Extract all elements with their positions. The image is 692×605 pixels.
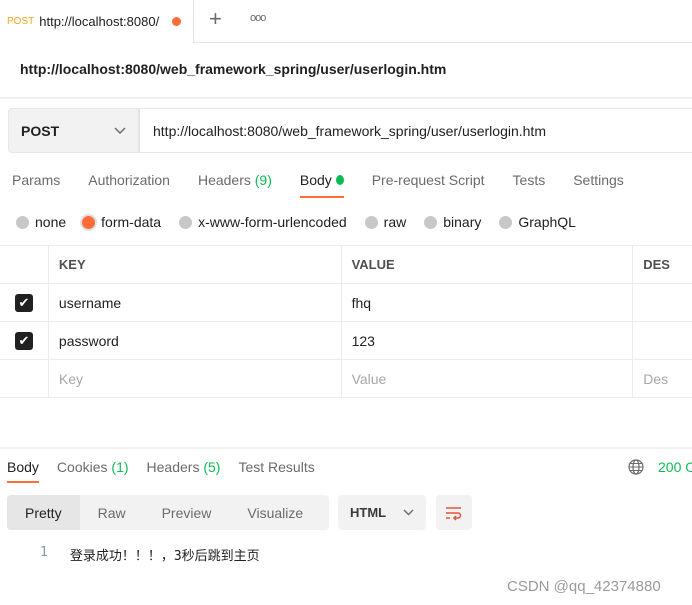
tab-headers[interactable]: Headers (9) bbox=[198, 172, 272, 198]
tab-settings[interactable]: Settings bbox=[573, 172, 624, 198]
description-input[interactable]: Des bbox=[632, 359, 692, 398]
tab-tests[interactable]: Tests bbox=[513, 172, 546, 198]
tab-body-label: Body bbox=[299, 172, 332, 188]
format-label: HTML bbox=[350, 505, 387, 520]
description-cell[interactable] bbox=[632, 321, 692, 360]
table-row-new: Key Value Des bbox=[0, 359, 692, 398]
view-pretty[interactable]: Pretty bbox=[7, 495, 80, 530]
tab-headers-label: Headers bbox=[197, 172, 251, 188]
headers-count: (5) bbox=[203, 459, 221, 475]
globe-icon[interactable] bbox=[628, 459, 644, 475]
radio-icon bbox=[16, 215, 29, 229]
chevron-down-icon bbox=[403, 509, 414, 516]
watermark: CSDN @qq_42374880 bbox=[507, 578, 661, 595]
wrap-lines-icon bbox=[446, 506, 462, 521]
response-tab-cookies[interactable]: Cookies (1) bbox=[57, 459, 129, 483]
method-label: POST bbox=[21, 122, 60, 139]
body-type-radios: none form-data x-www-form-urlencoded raw… bbox=[16, 214, 594, 230]
tab-params[interactable]: Params bbox=[12, 172, 60, 198]
response-body: 1 登录成功！！！，3秒后跳到主页 bbox=[40, 545, 260, 564]
tab-body[interactable]: Body bbox=[299, 172, 344, 198]
table-header: KEY VALUE DES bbox=[0, 245, 692, 284]
key-cell[interactable]: password bbox=[47, 321, 342, 360]
radio-selected-icon bbox=[82, 215, 96, 229]
line-text: 登录成功！！！，3秒后跳到主页 bbox=[69, 549, 260, 564]
response-tab-tests[interactable]: Test Results bbox=[238, 459, 314, 483]
radio-icon bbox=[364, 215, 378, 229]
radio-icon bbox=[499, 215, 513, 229]
response-tab-body[interactable]: Body bbox=[7, 459, 39, 483]
value-cell[interactable]: fhq bbox=[340, 283, 634, 322]
request-title: http://localhost:8080/web_framework_spri… bbox=[20, 61, 447, 77]
divider[interactable] bbox=[0, 447, 692, 449]
tab-method: POST bbox=[7, 16, 35, 27]
header-key: KEY bbox=[47, 245, 342, 284]
radio-icon bbox=[424, 215, 438, 229]
view-visualize[interactable]: Visualize bbox=[229, 495, 321, 530]
form-data-table: KEY VALUE DES ✔ username fhq ✔ password … bbox=[0, 245, 692, 398]
description-cell[interactable] bbox=[632, 283, 692, 322]
row-checkbox[interactable]: ✔ bbox=[14, 293, 33, 312]
response-tab-headers[interactable]: Headers (5) bbox=[147, 459, 221, 483]
cookies-count: (1) bbox=[111, 459, 129, 475]
view-preview[interactable]: Preview bbox=[144, 495, 230, 530]
status-code: 200 O bbox=[658, 459, 692, 475]
table-row: ✔ username fhq bbox=[0, 283, 692, 322]
radio-label: x-www-form-urlencoded bbox=[198, 214, 347, 230]
tab-prerequest[interactable]: Pre-request Script bbox=[372, 172, 485, 198]
response-tabs: Body Cookies (1) Headers (5) Test Result… bbox=[7, 459, 333, 483]
header-description: DES bbox=[632, 245, 692, 284]
tab-authorization[interactable]: Authorization bbox=[88, 172, 170, 198]
wrap-lines-button[interactable] bbox=[436, 495, 472, 530]
table-row: ✔ password 123 bbox=[0, 321, 692, 360]
line-number: 1 bbox=[40, 545, 48, 560]
radio-graphql[interactable]: GraphQL bbox=[499, 214, 576, 230]
view-mode-toggle: Pretty Raw Preview Visualize bbox=[7, 495, 329, 530]
radio-none[interactable]: none bbox=[16, 214, 66, 230]
body-dot-icon bbox=[335, 175, 344, 185]
view-raw[interactable]: Raw bbox=[80, 495, 144, 530]
cookies-label: Cookies bbox=[56, 459, 108, 475]
tab-url: http://localhost:8080/ bbox=[39, 14, 160, 29]
radio-label: raw bbox=[383, 214, 407, 230]
key-input[interactable]: Key bbox=[47, 359, 342, 398]
response-status: 200 O bbox=[628, 459, 692, 475]
divider bbox=[0, 97, 692, 99]
value-cell[interactable]: 123 bbox=[340, 321, 634, 360]
unsaved-dot-icon bbox=[172, 17, 182, 26]
value-input[interactable]: Value bbox=[340, 359, 634, 398]
more-tabs-icon[interactable]: ooo bbox=[250, 12, 266, 24]
radio-icon bbox=[179, 215, 193, 229]
radio-form-data[interactable]: form-data bbox=[82, 214, 161, 230]
header-value: VALUE bbox=[340, 245, 634, 284]
radio-label: none bbox=[35, 214, 67, 230]
key-cell[interactable]: username bbox=[47, 283, 342, 322]
radio-binary[interactable]: binary bbox=[424, 214, 481, 230]
radio-label: binary bbox=[443, 214, 482, 230]
radio-raw[interactable]: raw bbox=[364, 214, 407, 230]
chevron-down-icon bbox=[114, 126, 126, 134]
headers-label: Headers bbox=[146, 459, 200, 475]
header-check bbox=[0, 245, 49, 284]
url-input[interactable]: http://localhost:8080/web_framework_spri… bbox=[139, 108, 692, 153]
radio-label: GraphQL bbox=[518, 214, 576, 230]
method-select[interactable]: POST bbox=[8, 108, 139, 153]
radio-urlencoded[interactable]: x-www-form-urlencoded bbox=[179, 214, 347, 230]
headers-count: (9) bbox=[254, 172, 272, 188]
radio-label: form-data bbox=[101, 214, 162, 230]
request-tabs: Params Authorization Headers (9) Body Pr… bbox=[12, 172, 652, 198]
new-tab-button[interactable]: + bbox=[209, 6, 222, 32]
format-select[interactable]: HTML bbox=[338, 495, 426, 530]
request-tab[interactable]: POST http://localhost:8080/ bbox=[0, 0, 194, 43]
row-checkbox[interactable]: ✔ bbox=[14, 331, 33, 350]
